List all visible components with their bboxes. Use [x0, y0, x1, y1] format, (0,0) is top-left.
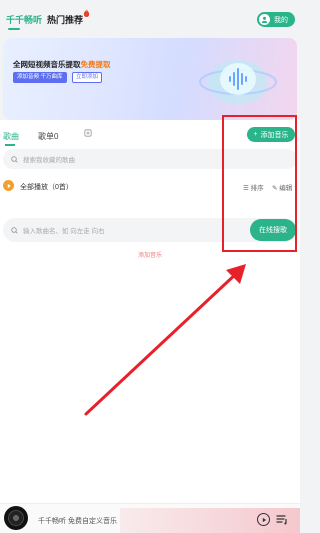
tab-playlists[interactable]: 歌单0 [38, 131, 58, 142]
search-icon [11, 226, 18, 234]
audio-cloud-illustration [199, 60, 277, 104]
promo-banner[interactable]: 全网短视频音乐提取免费提取 添加音频 千万曲库 立即添加 [3, 38, 297, 120]
banner-add-audio-button[interactable]: 添加音频 千万曲库 [13, 72, 67, 83]
collection-search-placeholder: 搜索我收藏的歌曲 [23, 157, 75, 164]
my-button[interactable]: 我的 [257, 12, 295, 27]
my-button-label: 我的 [274, 16, 288, 24]
user-icon [259, 14, 270, 25]
play-all-icon[interactable] [3, 180, 14, 191]
playlist-icon[interactable] [276, 513, 288, 525]
add-playlist-icon[interactable] [84, 129, 92, 137]
player-progress-glow [120, 508, 300, 533]
banner-add-now-button[interactable]: 立即添加 [72, 72, 103, 83]
tab-active-indicator [8, 28, 20, 30]
tab-hot-recommend[interactable]: 热门推荐 [47, 13, 83, 26]
fire-icon [83, 9, 90, 17]
play-button[interactable] [257, 513, 270, 526]
tab-songs[interactable]: 歌曲 [3, 131, 19, 142]
banner-title: 全网短视频音乐提取免费提取 [13, 60, 111, 69]
songs-tab-indicator [5, 144, 15, 146]
play-icon [262, 517, 266, 522]
play-all-label[interactable]: 全部播放（0首） [20, 182, 73, 192]
album-disc-icon[interactable] [4, 506, 28, 530]
online-search-placeholder: 输入歌曲名、如 向左走 向右 [23, 228, 105, 235]
highlight-box [222, 115, 297, 252]
now-playing-text[interactable]: 千千畅听 免费自定义音乐 [38, 516, 117, 526]
tab-qianqian[interactable]: 千千畅听 [6, 13, 42, 26]
search-icon [11, 155, 18, 163]
